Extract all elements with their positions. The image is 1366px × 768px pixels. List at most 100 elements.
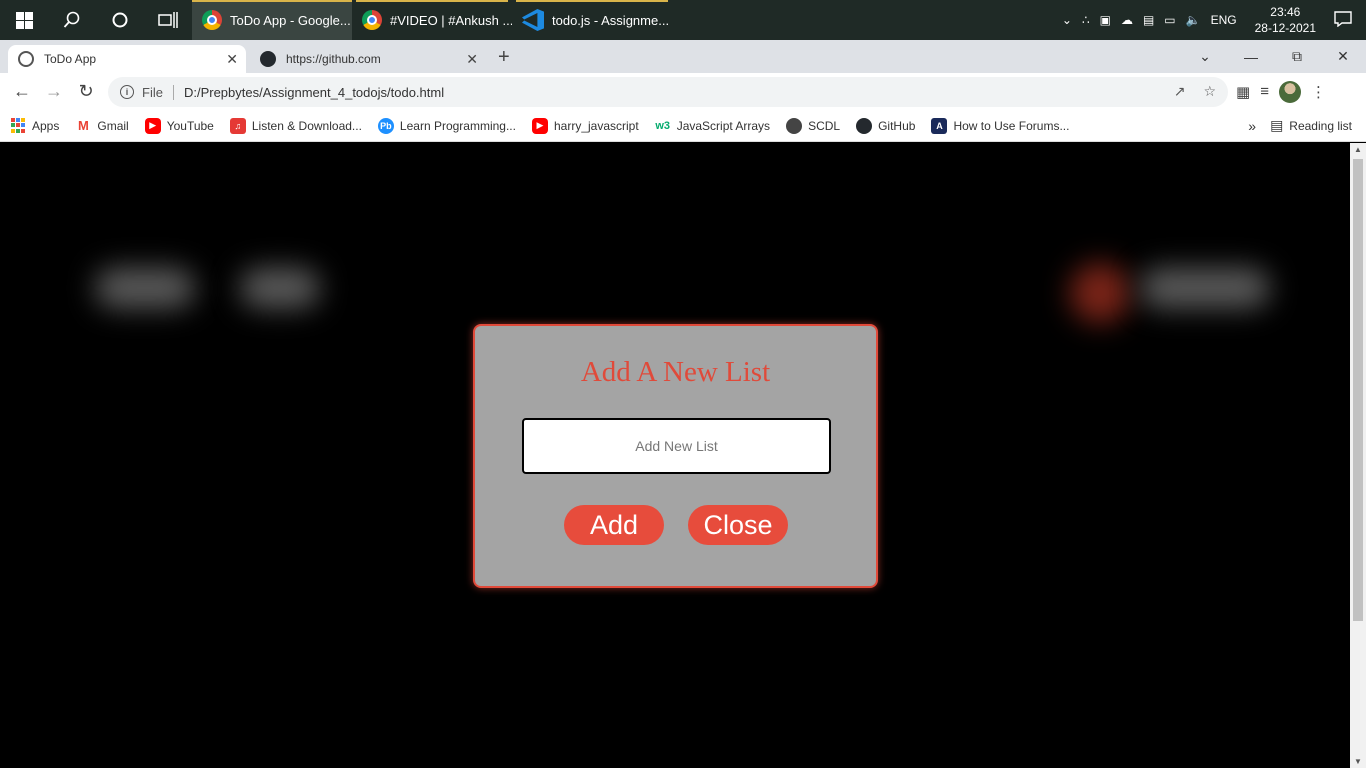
url-text[interactable]: D:/Prepbytes/Assignment_4_todojs/todo.ht… — [184, 85, 444, 100]
close-tab-icon[interactable]: ✕ — [226, 51, 238, 68]
vscode-icon — [522, 9, 544, 31]
bookmark-gmail[interactable]: M Gmail — [75, 117, 129, 134]
volume-icon[interactable]: 🔈 — [1186, 13, 1201, 27]
address-bar[interactable]: i File D:/Prepbytes/Assignment_4_todojs/… — [108, 77, 1228, 107]
tab-title: https://github.com — [286, 52, 381, 66]
bookmark-github[interactable]: GitHub — [856, 117, 916, 134]
clock-date: 28-12-2021 — [1254, 21, 1316, 35]
chevron-up-icon[interactable]: ⌄ — [1062, 13, 1072, 27]
forum-icon: A — [931, 117, 948, 134]
reading-list-label: Reading list — [1289, 118, 1352, 133]
info-icon[interactable]: i — [120, 85, 134, 99]
windows-start-icon[interactable] — [0, 0, 48, 40]
more-bookmarks-icon[interactable]: » — [1248, 118, 1256, 134]
bookmark-label: GitHub — [878, 118, 916, 133]
browser-toolbar: ← → ↻ i File D:/Prepbytes/Assignment_4_t… — [0, 73, 1366, 110]
bookmark-label: Learn Programming... — [399, 118, 516, 133]
taskbar-app-vscode[interactable]: todo.js - Assignme... — [512, 0, 672, 40]
bookmark-how-to-use-forums[interactable]: A How to Use Forums... — [931, 117, 1070, 134]
bookmark-learn-programming[interactable]: Pb Learn Programming... — [377, 117, 516, 134]
cortana-icon[interactable] — [96, 0, 144, 40]
bookmark-youtube[interactable]: ▶ YouTube — [144, 117, 214, 134]
blurred-add-icon — [1070, 263, 1130, 323]
chrome-icon — [362, 10, 382, 30]
music-icon: ♫ — [229, 117, 246, 134]
wifi-icon[interactable]: ∴ — [1082, 13, 1090, 27]
share-icon[interactable]: ↗ — [1174, 83, 1186, 100]
tab-title: ToDo App — [44, 52, 97, 66]
extensions-puzzle-icon[interactable]: ▦ — [1236, 83, 1250, 101]
bookmark-label: JavaScript Arrays — [676, 118, 771, 133]
taskbar-app-label: ToDo App - Google... — [230, 12, 351, 28]
youtube-icon: ▶ — [531, 117, 548, 134]
bookmarks-bar: Apps M Gmail ▶ YouTube ♫ Listen & Downlo… — [0, 110, 1366, 142]
close-tab-icon[interactable]: ✕ — [466, 51, 478, 68]
bookmark-javascript-arrays[interactable]: w3 JavaScript Arrays — [654, 117, 771, 134]
bookmark-label: SCDL — [808, 118, 841, 133]
blurred-logo-text — [240, 268, 320, 308]
restore-icon[interactable]: ⧉ — [1274, 40, 1320, 73]
onedrive-icon[interactable]: ☁ — [1121, 13, 1133, 27]
blurred-logo-text — [95, 268, 195, 308]
new-list-input[interactable] — [522, 418, 831, 474]
bookmark-scdl[interactable]: SCDL — [786, 117, 841, 134]
tab-todo-app[interactable]: ToDo App ✕ — [8, 45, 246, 73]
github-icon — [856, 117, 873, 134]
display-icon[interactable]: ▤ — [1143, 13, 1154, 27]
taskbar-app-chrome-video[interactable]: #VIDEO | #Ankush ... — [352, 0, 512, 40]
bookmark-apps[interactable]: Apps — [10, 117, 59, 134]
close-window-icon[interactable]: ✕ — [1320, 40, 1366, 73]
apps-grid-icon — [10, 117, 26, 134]
globe-icon — [786, 117, 803, 134]
clock[interactable]: 23:46 28-12-2021 — [1255, 4, 1316, 36]
page-scrollbar[interactable]: ▲ ▼ — [1350, 143, 1366, 768]
add-button[interactable]: Add — [564, 505, 664, 545]
bookmark-label: harry_javascript — [553, 118, 639, 133]
scroll-down-icon[interactable]: ▼ — [1354, 757, 1362, 766]
language-indicator[interactable]: ENG — [1211, 13, 1237, 27]
bookmark-label: How to Use Forums... — [953, 118, 1070, 133]
search-icon[interactable] — [48, 0, 96, 40]
meet-now-icon[interactable]: ▣ — [1100, 13, 1111, 27]
reading-list-icon: ▤ — [1270, 117, 1284, 133]
bookmark-star-icon[interactable]: ☆ — [1203, 83, 1216, 100]
modal-title: Add A New List — [580, 356, 771, 388]
clock-time: 23:46 — [1270, 5, 1301, 19]
pb-icon: Pb — [377, 117, 394, 134]
bookmark-label: Gmail — [97, 118, 129, 133]
taskbar-app-label: todo.js - Assignme... — [552, 12, 670, 28]
tab-github[interactable]: https://github.com ✕ — [250, 45, 486, 73]
bookmark-listen-download[interactable]: ♫ Listen & Download... — [229, 117, 362, 134]
battery-icon[interactable]: ▭ — [1164, 13, 1175, 27]
close-button[interactable]: Close — [688, 505, 788, 545]
profile-avatar[interactable] — [1278, 80, 1301, 103]
scroll-up-icon[interactable]: ▲ — [1354, 145, 1362, 154]
youtube-icon: ▶ — [144, 117, 161, 134]
taskbar-app-chrome-todo[interactable]: ToDo App - Google... — [192, 0, 352, 40]
minimize-icon[interactable]: — — [1228, 40, 1274, 73]
reading-list[interactable]: ▤ Reading list — [1270, 117, 1352, 134]
back-icon[interactable]: ← — [6, 76, 38, 108]
w3-icon: w3 — [654, 117, 671, 134]
system-tray: ⌄ ∴ ▣ ☁ ▤ ▭ 🔈 ENG 23:46 28-12-2021 — [1062, 0, 1366, 40]
globe-icon — [18, 51, 34, 67]
bookmark-label: YouTube — [166, 118, 214, 133]
task-view-icon[interactable] — [144, 0, 192, 40]
add-list-modal: Add A New List Add Close — [473, 324, 878, 588]
gmail-icon: M — [75, 117, 92, 134]
forward-icon[interactable]: → — [38, 76, 70, 108]
github-icon — [260, 51, 276, 67]
bookmark-harry-javascript[interactable]: ▶ harry_javascript — [531, 117, 639, 134]
reload-icon[interactable]: ↻ — [70, 76, 102, 108]
menu-kebab-icon[interactable]: ⋮ — [1311, 83, 1326, 101]
new-tab-icon[interactable]: + — [498, 46, 510, 69]
tab-search-icon[interactable]: ⌄ — [1182, 40, 1228, 73]
windows-taskbar: ToDo App - Google... #VIDEO | #Ankush ..… — [0, 0, 1366, 40]
scheme-label: File — [142, 84, 174, 100]
notification-icon[interactable] — [1334, 10, 1352, 30]
blurred-add-label — [1140, 268, 1270, 308]
taskbar-app-label: #VIDEO | #Ankush ... — [390, 12, 512, 28]
scrollbar-thumb[interactable] — [1353, 159, 1363, 621]
media-queue-icon[interactable]: ≡ — [1260, 83, 1269, 100]
browser-tab-strip: ToDo App ✕ https://github.com ✕ + ⌄ — ⧉ … — [0, 40, 1366, 73]
